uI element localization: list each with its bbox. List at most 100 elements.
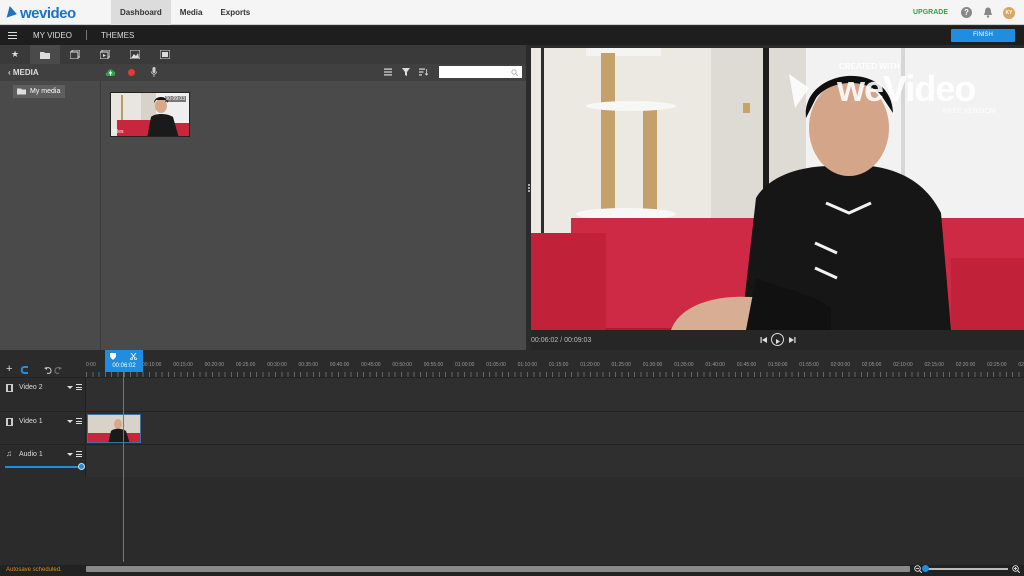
track-name: Video 1 — [19, 418, 43, 425]
chevron-down-icon[interactable] — [67, 386, 73, 389]
folder-open-icon — [17, 88, 26, 95]
hamburger-menu-icon[interactable] — [8, 32, 17, 39]
track-video-2[interactable]: Video 2 — [0, 377, 1024, 411]
autosave-status: Autosave scheduled. — [6, 567, 62, 573]
watermark-brand: weVideo — [837, 68, 976, 109]
timeline-scrollbar[interactable] — [86, 566, 910, 572]
themes-tab[interactable]: THEMES — [101, 31, 134, 40]
ruler-label: 02:05:00 — [861, 362, 882, 368]
ruler-label: 00:10:00 — [142, 362, 162, 368]
track-video-1[interactable]: Video 1 — [0, 411, 1024, 444]
ruler-label: 01:05:00 — [486, 362, 506, 368]
ruler-label: 01:10:00 — [517, 362, 538, 368]
nav-exports[interactable]: Exports — [211, 0, 259, 25]
logo-text: wevideo — [20, 4, 76, 22]
ruler-label: 02:10:00 — [893, 362, 913, 368]
nav-media[interactable]: Media — [171, 0, 212, 25]
film-icon — [6, 384, 13, 392]
bell-icon[interactable] — [983, 7, 993, 18]
ruler-label: 02:00:00 — [830, 362, 851, 368]
zoom-slider-handle[interactable] — [922, 565, 929, 572]
nav-dashboard[interactable]: Dashboard — [111, 0, 171, 25]
ruler-label: 02:25:00 — [987, 362, 1007, 368]
track-menu-icon[interactable] — [76, 451, 82, 457]
zoom-slider[interactable] — [925, 568, 1008, 570]
add-track-icon[interactable]: + — [6, 364, 12, 375]
folder-icon[interactable] — [30, 45, 60, 64]
gallery-icon[interactable] — [150, 45, 180, 64]
ruler-label: 01:00:00 — [455, 362, 475, 368]
ruler-label: 02:3 — [1018, 362, 1024, 368]
upgrade-link[interactable]: UPGRADE — [913, 9, 948, 16]
media-item[interactable]: 00:09:03 Files — [110, 92, 190, 137]
my-video-tab[interactable]: MY VIDEO — [33, 31, 72, 40]
volume-slider[interactable] — [5, 466, 83, 468]
star-icon[interactable]: ★ — [0, 45, 30, 64]
media-toolbar: ‹ MEDIA — [0, 64, 526, 81]
playhead-line[interactable] — [123, 372, 124, 562]
logo-mark-icon — [6, 6, 19, 20]
track-menu-icon[interactable] — [76, 418, 82, 424]
magnet-snap-icon[interactable] — [20, 366, 29, 374]
filter-icon[interactable] — [402, 68, 410, 76]
scissors-icon[interactable] — [130, 353, 137, 360]
redo-icon[interactable] — [54, 366, 62, 374]
skip-forward-icon[interactable] — [788, 336, 796, 344]
timeline-ruler[interactable]: 0:00 00:10:00 00:15:00 00:20:00 00:25:00 00:3… — [86, 357, 1024, 377]
ruler-label: 00:35:00 — [298, 362, 318, 368]
top-bar: wevideo Dashboard Media Exports UPGRADE … — [0, 0, 1024, 25]
video-stack-icon[interactable] — [90, 45, 120, 64]
volume-handle[interactable] — [78, 463, 85, 470]
avatar[interactable]: KY — [1003, 7, 1015, 19]
ruler-label: 01:15:00 — [548, 362, 569, 368]
timeline-tools: + — [0, 360, 86, 377]
microphone-icon[interactable] — [151, 67, 157, 77]
track-header: ♫ Audio 1 — [0, 445, 86, 477]
ruler-label: 00:15:00 — [173, 362, 193, 368]
folder-my-media[interactable]: My media — [13, 85, 65, 98]
ruler-label: 01:50:00 — [768, 362, 788, 368]
ruler-label: 01:40:00 — [705, 362, 725, 368]
video-clip[interactable] — [87, 414, 141, 443]
folder-tree: My media — [0, 81, 101, 350]
photo-icon[interactable] — [120, 45, 150, 64]
finish-button[interactable]: FINISH — [951, 29, 1015, 42]
cloud-upload-icon[interactable] — [105, 67, 116, 77]
chevron-down-icon[interactable] — [67, 453, 73, 456]
splitter-grip-icon[interactable] — [528, 184, 530, 192]
ruler-label: 00:20:00 — [204, 362, 225, 368]
top-nav: Dashboard Media Exports — [111, 0, 259, 25]
ruler-label: 00:50:00 — [392, 362, 412, 368]
media-back-link[interactable]: ‹ MEDIA — [8, 68, 39, 77]
help-icon[interactable]: ? — [961, 7, 972, 18]
record-icon[interactable] — [128, 69, 135, 76]
media-label: Files — [113, 129, 124, 135]
zoom-out-icon[interactable] — [914, 565, 922, 573]
skip-back-icon[interactable] — [760, 336, 768, 344]
media-duration: 00:09:03 — [164, 96, 186, 102]
track-menu-icon[interactable] — [76, 384, 82, 390]
wevideo-logo[interactable]: wevideo — [6, 4, 76, 22]
undo-icon[interactable] — [44, 366, 52, 374]
media-search-input[interactable] — [439, 66, 522, 78]
preview-timecode: 00:06:02 / 00:09:03 — [531, 337, 592, 344]
media-panel: ★ ‹ MEDIA My media — [0, 45, 526, 350]
play-icon — [776, 339, 780, 344]
track-header: Video 2 — [0, 378, 86, 411]
marker-icon[interactable] — [110, 353, 116, 360]
chevron-down-icon[interactable] — [67, 420, 73, 423]
image-stack-icon[interactable] — [60, 45, 90, 64]
zoom-in-icon[interactable] — [1012, 565, 1020, 573]
track-audio-1[interactable]: ♫ Audio 1 — [0, 444, 1024, 477]
ruler-label: 00:45:00 — [361, 362, 381, 368]
search-icon[interactable] — [511, 69, 518, 76]
ruler-label: 00:55:00 — [423, 362, 444, 368]
track-name: Video 2 — [19, 384, 43, 391]
play-button[interactable] — [771, 333, 784, 346]
list-view-icon[interactable] — [384, 68, 392, 76]
ruler-label: 00:40:00 — [329, 362, 350, 368]
sort-icon[interactable] — [419, 68, 428, 76]
video-preview[interactable]: CREATED WITH weVideo FREE VERSION — [531, 48, 1024, 330]
media-title: MEDIA — [12, 68, 39, 77]
ruler-label: 01:45:00 — [736, 362, 757, 368]
